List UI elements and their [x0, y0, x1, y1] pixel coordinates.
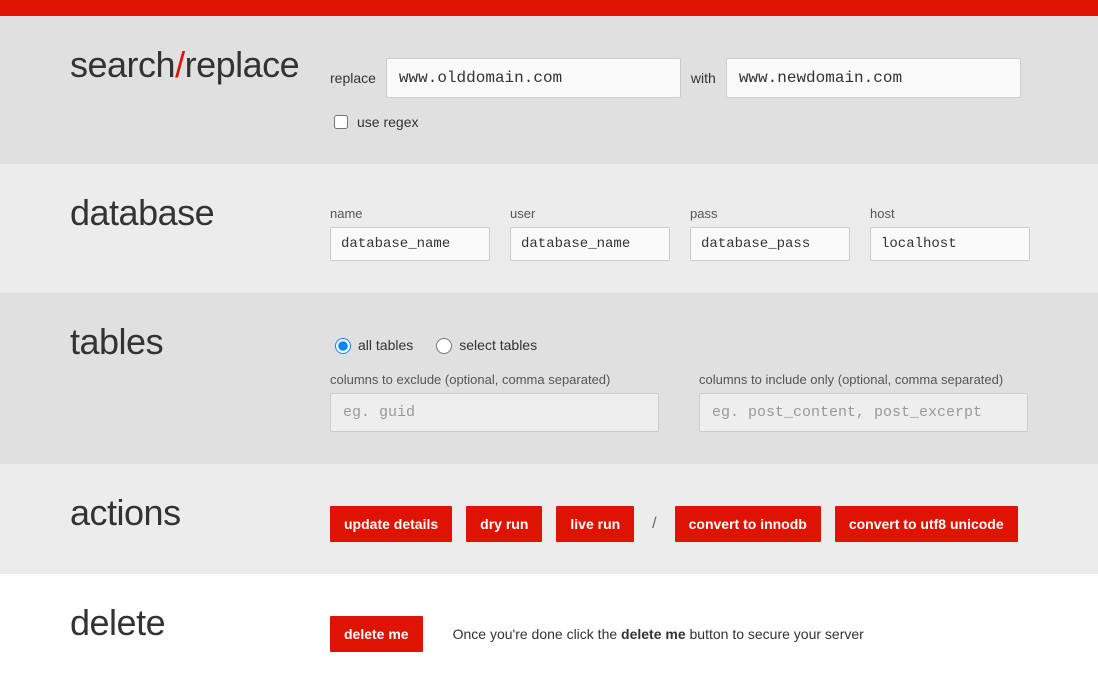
include-label: columns to include only (optional, comma…	[699, 372, 1028, 387]
db-user-input[interactable]	[510, 227, 670, 261]
update-details-button[interactable]: update details	[330, 506, 452, 542]
top-accent-bar	[0, 0, 1098, 16]
include-input[interactable]	[699, 393, 1028, 432]
delete-text-after: button to secure your server	[686, 626, 864, 642]
with-label: with	[691, 70, 716, 86]
db-pass-label: pass	[690, 206, 850, 221]
radio-select-tables[interactable]	[436, 338, 452, 354]
section-actions: actions update details dry run live run …	[0, 464, 1098, 574]
delete-me-button[interactable]: delete me	[330, 616, 423, 652]
radio-select-tables-text: select tables	[459, 337, 537, 353]
actions-separator: /	[648, 515, 660, 533]
use-regex-label: use regex	[357, 114, 418, 130]
exclude-label: columns to exclude (optional, comma sepa…	[330, 372, 659, 387]
title-search: search	[70, 44, 175, 85]
section-title-actions: actions	[70, 492, 330, 542]
radio-all-tables-text: all tables	[358, 337, 413, 353]
db-pass-input[interactable]	[690, 227, 850, 261]
dry-run-button[interactable]: dry run	[466, 506, 542, 542]
replace-label: replace	[330, 70, 376, 86]
exclude-input[interactable]	[330, 393, 659, 432]
radio-all-tables[interactable]	[335, 338, 351, 354]
db-host-input[interactable]	[870, 227, 1030, 261]
section-database: database name user pass host	[0, 164, 1098, 293]
delete-text-bold: delete me	[621, 626, 686, 642]
live-run-button[interactable]: live run	[556, 506, 634, 542]
title-slash: /	[175, 44, 185, 85]
delete-text-before: Once you're done click the	[453, 626, 621, 642]
section-title-database: database	[70, 192, 330, 261]
db-user-label: user	[510, 206, 670, 221]
section-tables: tables all tables select tables columns …	[0, 293, 1098, 464]
convert-utf8-button[interactable]: convert to utf8 unicode	[835, 506, 1018, 542]
db-name-label: name	[330, 206, 490, 221]
title-replace: replace	[185, 44, 300, 85]
convert-innodb-button[interactable]: convert to innodb	[675, 506, 821, 542]
use-regex-checkbox[interactable]	[334, 115, 348, 129]
with-input[interactable]	[726, 58, 1021, 98]
section-search-replace: search/replace replace with use regex	[0, 16, 1098, 164]
replace-input[interactable]	[386, 58, 681, 98]
delete-instruction: Once you're done click the delete me but…	[453, 626, 864, 642]
db-host-label: host	[870, 206, 1030, 221]
radio-select-tables-label[interactable]: select tables	[431, 335, 537, 354]
section-delete: delete delete me Once you're done click …	[0, 574, 1098, 684]
radio-all-tables-label[interactable]: all tables	[330, 335, 413, 354]
section-title-search-replace: search/replace	[70, 44, 330, 132]
section-title-tables: tables	[70, 321, 330, 432]
section-title-delete: delete	[70, 602, 330, 652]
db-name-input[interactable]	[330, 227, 490, 261]
